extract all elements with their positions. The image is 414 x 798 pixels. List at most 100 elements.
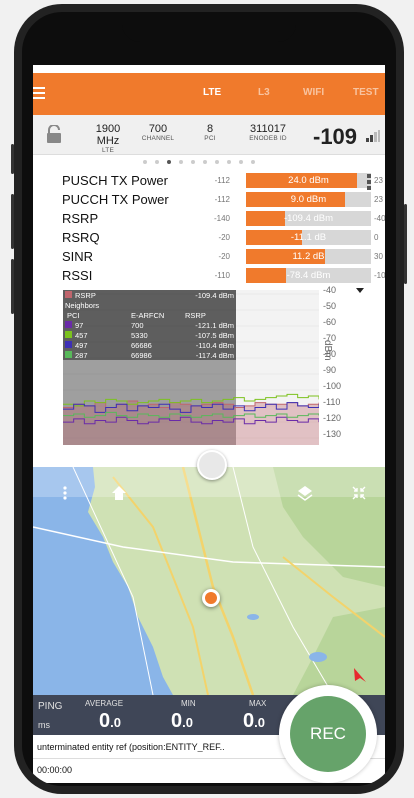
metric-row[interactable]: RSSI -110 -78.4 dBm -10: [62, 267, 385, 285]
metric-value: 11.2 dB: [292, 251, 325, 262]
page-dot[interactable]: [203, 160, 207, 164]
tab-wifi[interactable]: WIFI: [303, 87, 324, 98]
max-label: MAX: [249, 699, 267, 708]
power-button: [404, 204, 407, 284]
channel-label: CHANNEL: [141, 135, 175, 142]
metric-bar: 9.0 dBm: [246, 192, 371, 207]
current-location-marker: [202, 589, 220, 607]
neighbors-title: Neighbors: [65, 301, 100, 310]
signal-chart: RSRP -109.4 dBm Neighbors PCI E-ARFCN RS…: [63, 290, 319, 445]
max-value: 0.0: [243, 710, 265, 733]
metric-min: -112: [214, 195, 230, 204]
metric-min: -110: [214, 271, 230, 280]
map-more-icon[interactable]: [57, 485, 73, 501]
min-dec: .0: [182, 715, 193, 730]
map-view[interactable]: [33, 467, 385, 695]
y-tick-label: -90: [323, 365, 337, 375]
page-indicator: [143, 160, 283, 166]
neighbor-pci: 457: [75, 331, 88, 340]
page-dot[interactable]: [155, 160, 159, 164]
y-tick-label: -130: [323, 429, 342, 439]
recording-timer: 00:00:00: [37, 765, 73, 775]
layers-icon[interactable]: [297, 485, 313, 501]
lock-icon[interactable]: [46, 125, 62, 143]
metric-row[interactable]: RSRP -140 -109.4 dBm -40: [62, 210, 385, 228]
legend-swatch: [65, 291, 72, 298]
metric-value: -78.4 dBm: [286, 270, 331, 281]
average-label: AVERAGE: [85, 699, 124, 708]
enodeb-info: 311017 ENODEB ID: [243, 123, 293, 142]
metric-label: RSRQ: [62, 230, 100, 245]
page-dot[interactable]: [179, 160, 183, 164]
tab-test[interactable]: TEST: [353, 87, 379, 98]
collapse-icon[interactable]: [351, 485, 367, 501]
y-tick-label: -110: [323, 397, 341, 407]
metric-row[interactable]: RSRQ -20 -11.1 dB 0: [62, 229, 382, 247]
panel-drag-handle[interactable]: [197, 450, 227, 480]
legend-header-row: PCI E-ARFCN RSRP: [63, 310, 236, 320]
navigation-arrow-icon: [354, 668, 366, 682]
max-dec: .0: [254, 715, 265, 730]
neighbor-earfcn: 5330: [131, 331, 148, 340]
phone-bezel: LTE L3 WIFI TEST 1900 MHz LTE 700 CHANNE…: [22, 12, 396, 786]
metric-value: -11.1 dB: [290, 232, 327, 243]
legend-neighbor-row: 97 700 -121.1 dBm: [63, 320, 236, 330]
metric-bar: 11.2 dB: [246, 249, 371, 264]
legend-neighbor-row: 497 66686 -110.4 dBm: [63, 340, 236, 350]
tab-lte[interactable]: LTE: [203, 87, 221, 98]
neighbor-earfcn: 66986: [131, 351, 152, 360]
legend-serving-value: -109.4 dBm: [195, 291, 234, 300]
metric-max: -40: [374, 214, 385, 223]
y-tick-label: -60: [323, 317, 337, 327]
y-tick-label: -120: [323, 413, 342, 423]
min-int: 0: [171, 710, 183, 732]
metric-max: 0: [374, 233, 379, 242]
volume-down-button: [11, 259, 14, 314]
page-dot[interactable]: [143, 160, 147, 164]
home-icon[interactable]: [111, 485, 127, 501]
page-dot[interactable]: [191, 160, 195, 164]
metric-label: PUCCH TX Power: [62, 192, 169, 207]
metric-row[interactable]: PUSCH TX Power -112 24.0 dBm 23: [62, 172, 383, 190]
legend-swatch: [65, 331, 72, 338]
y-axis: -40 -50 -60 -70 -80 -90 -100 -110 -120 -130: [319, 285, 359, 449]
enodeb-label: ENODEB ID: [249, 135, 287, 142]
neighbor-pci: 287: [75, 351, 88, 360]
min-label: MIN: [181, 699, 196, 708]
menu-icon[interactable]: [33, 87, 45, 101]
legend-serving-row: RSRP -109.4 dBm: [63, 290, 236, 300]
neighbor-pci: 497: [75, 341, 88, 350]
band-info: 1900 MHz LTE: [83, 123, 133, 154]
average-dec: .0: [110, 715, 121, 730]
neighbor-rsrp: -121.1 dBm: [195, 321, 234, 330]
notch: [122, 12, 296, 42]
page-dot[interactable]: [227, 160, 231, 164]
page-dot[interactable]: [251, 160, 255, 164]
record-button[interactable]: REC: [290, 696, 366, 772]
ping-unit: ms: [38, 720, 50, 730]
page-dot[interactable]: [167, 160, 171, 164]
average-int: 0: [99, 710, 111, 732]
metric-row[interactable]: SINR -20 11.2 dB 30: [62, 248, 383, 266]
metric-row[interactable]: PUCCH TX Power -112 9.0 dBm 23: [62, 191, 383, 209]
page-dot[interactable]: [215, 160, 219, 164]
metric-max: -10: [374, 271, 385, 280]
legend-swatch: [65, 321, 72, 328]
legend-neighbor-rows: 97 700 -121.1 dBm 457 5330 -107.5 dBm 497 66686…: [63, 320, 236, 360]
col-pci: PCI: [67, 311, 80, 320]
metric-value: -109.4 dBm: [283, 213, 334, 224]
page-dot[interactable]: [239, 160, 243, 164]
metric-max: 23: [374, 195, 383, 204]
channel-info: 700 CHANNEL: [138, 123, 178, 142]
neighbor-pci: 97: [75, 321, 84, 330]
more-options-icon[interactable]: [367, 174, 373, 192]
status-message: unterminated entity ref (position:ENTITY…: [37, 742, 225, 752]
ping-label: PING: [38, 701, 63, 712]
metric-min: -20: [218, 252, 230, 261]
top-app-bar: LTE L3 WIFI TEST: [33, 73, 385, 115]
legend-swatch: [65, 341, 72, 348]
metric-value: 9.0 dBm: [290, 194, 327, 205]
metric-value: 24.0 dBm: [288, 175, 329, 186]
metric-bar: -11.1 dB: [246, 230, 371, 245]
tab-l3[interactable]: L3: [258, 87, 270, 98]
